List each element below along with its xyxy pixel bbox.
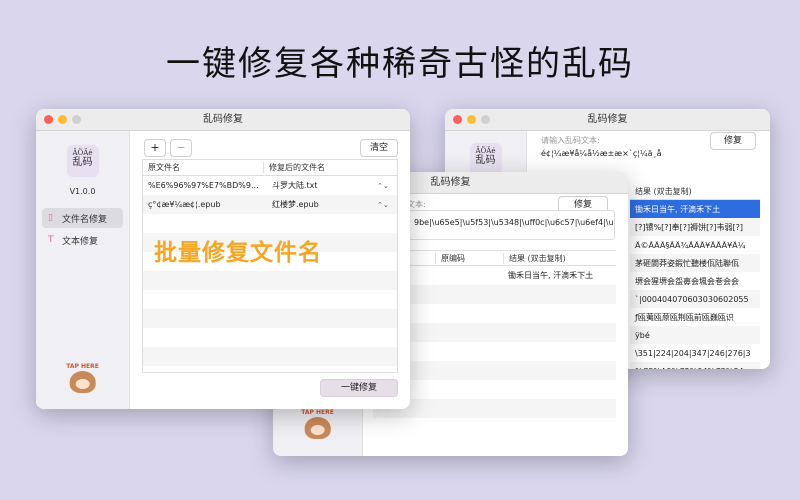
mascot-image[interactable]: TAP HERE: [66, 363, 99, 393]
app-logo: ÄÖÄé 乱码: [469, 143, 502, 175]
window-title: 乱码修复: [587, 114, 628, 125]
chevron-updown-icon[interactable]: ⌃⌄: [377, 182, 389, 190]
result-cell: 茅砸閬莽姿鍜忙聽楼佤陆聯佤: [635, 258, 739, 268]
file-list: %E6%96%97%E7%BD%9... 斗罗大陆.txt ⌃⌄ ç°¢æ¥¼æ…: [143, 176, 397, 366]
column-header-encoding: 原编码: [435, 252, 503, 264]
filename-fix-window: 乱码修复 ÄÖÄé 乱码 V1.0.0 ▯ 文件名修复 T 文本修复 TAP HE…: [36, 109, 410, 409]
window-title: 乱码修复: [430, 177, 471, 188]
column-header-result: 结果 (双击复制): [503, 252, 566, 264]
file-icon: ▯: [48, 213, 53, 223]
minimize-dot-icon[interactable]: [58, 115, 67, 124]
result-row[interactable]: 锄禾日当午, 汗滴禾下土: [630, 200, 760, 218]
zoom-dot-icon[interactable]: [481, 115, 490, 124]
result-cell: 锄禾日当午, 汗滴禾下土: [635, 204, 721, 214]
file-row[interactable]: [143, 271, 397, 290]
result-row[interactable]: %C3%A9%C2%94%C2%84...: [630, 362, 760, 369]
file-row[interactable]: [143, 309, 397, 328]
zoom-dot-icon[interactable]: [72, 115, 81, 124]
mascot-tap-label: TAP HERE: [301, 409, 334, 416]
version-label: V1.0.0: [69, 187, 96, 196]
file-table-header: 原文件名 修复后的文件名: [143, 160, 397, 176]
result-row[interactable]: ÿbé: [630, 326, 760, 344]
original-name-cell: ç°¢æ¥¼æ¢¦.epub: [148, 200, 221, 209]
sidebar: ÄÖÄé 乱码 V1.0.0 ▯ 文件名修复 T 文本修复 TAP HERE: [36, 131, 130, 409]
result-cell: \351|224|204|347|246|276|3: [635, 348, 751, 358]
title-bar: 乱码修复: [445, 109, 770, 131]
window-title: 乱码修复: [203, 114, 243, 125]
mascot-image[interactable]: TAP HERE: [301, 409, 334, 439]
original-name-cell: %E6%96%97%E7%BD%9...: [148, 181, 259, 190]
mascot-tap-label: TAP HERE: [66, 363, 99, 370]
close-dot-icon[interactable]: [44, 115, 53, 124]
result-cell: %C3%A9%C2%94%C2%84...: [630, 367, 751, 370]
input-placeholder: 请输入乱码文本:: [541, 136, 600, 145]
fixed-name-cell: 红楼梦.epub: [272, 200, 319, 209]
add-file-button[interactable]: +: [144, 139, 166, 157]
result-list: 锄禾日当午, 汗滴禾下土 [?]镄%[?]奉[?]褥饼[?]韦弱[?] Ã©ÃÃÃ§…: [630, 200, 760, 369]
mascot-face-icon: [304, 417, 331, 439]
file-row[interactable]: [143, 347, 397, 366]
column-header-result: 结果 (双击复制): [635, 187, 692, 196]
column-header-fixed: 修复后的文件名: [263, 162, 325, 173]
minimize-dot-icon[interactable]: [467, 115, 476, 124]
result-row[interactable]: [?]镄%[?]奉[?]褥饼[?]韦弱[?]: [630, 218, 760, 236]
text-input[interactable]: 9be|\u65e5|\u5f53|\u5348|\uff0c|\u6c57|\…: [407, 210, 615, 240]
result-cell: 堺会猩堺会盌毐会堸会巻会会: [635, 276, 739, 286]
result-row[interactable]: 堺会猩堺会盌毐会堸会巻会会: [630, 272, 760, 290]
chevron-updown-icon[interactable]: ⌃⌄: [377, 201, 389, 209]
result-cell: Ã©ÃÃÃ§ÃÃ¾ÃÃÃ¥ÃÃÃ¥Ã¼: [635, 240, 746, 250]
file-row[interactable]: ç°¢æ¥¼æ¢¦.epub 红楼梦.epub ⌃⌄: [143, 195, 397, 214]
title-bar: 乱码修复: [36, 109, 410, 131]
file-row[interactable]: [143, 290, 397, 309]
result-cell: 锄禾日当午, 汗滴禾下土: [508, 271, 594, 280]
column-header-original: 原文件名: [148, 163, 180, 172]
file-row[interactable]: %E6%96%97%E7%BD%9... 斗罗大陆.txt ⌃⌄: [143, 176, 397, 195]
result-row[interactable]: ƒ瓯荑瓯蒝瓯荆瓯前瓯巍瓯识: [630, 308, 760, 326]
file-row[interactable]: [143, 328, 397, 347]
sidebar-item-text-fix[interactable]: T 文本修复: [42, 230, 123, 250]
clear-button[interactable]: 清空: [360, 139, 398, 157]
result-table-header: 结果 (双击复制): [630, 184, 760, 200]
text-icon: T: [48, 235, 54, 245]
feature-overlay-label: 批量修复文件名: [154, 240, 322, 266]
result-row[interactable]: `|000404070603030602055: [630, 290, 760, 308]
sidebar-item-filename-fix[interactable]: ▯ 文件名修复: [42, 208, 123, 228]
fix-button[interactable]: 修复: [710, 132, 756, 150]
app-logo: ÄÖÄé 乱码: [66, 145, 99, 177]
remove-file-button[interactable]: −: [170, 139, 192, 157]
mascot-face-icon: [69, 371, 96, 393]
result-row[interactable]: Ã©ÃÃÃ§ÃÃ¾ÃÃÃ¥ÃÃÃ¥Ã¼: [630, 236, 760, 254]
result-cell: ÿbé: [635, 330, 650, 340]
sidebar-item-label: 文本修复: [62, 236, 99, 247]
headline: 一键修复各种稀奇古怪的乱码: [166, 44, 634, 84]
result-row[interactable]: \351|224|204|347|246|276|3: [630, 344, 760, 362]
result-cell: ƒ瓯荑瓯蒝瓯荆瓯前瓯巍瓯识: [635, 312, 734, 322]
file-row[interactable]: [143, 214, 397, 233]
result-cell: `|000404070603030602055: [635, 294, 749, 304]
fix-all-button[interactable]: 一键修复: [320, 379, 398, 397]
fixed-name-cell: 斗罗大陆.txt: [272, 181, 318, 190]
input-value: 9be|\u65e5|\u5f53|\u5348|\uff0c|\u6c57|\…: [414, 218, 614, 227]
result-row[interactable]: 茅砸閬莽姿鍜忙聽楼佤陆聯佤: [630, 254, 760, 272]
close-dot-icon[interactable]: [453, 115, 462, 124]
result-cell: [?]镄%[?]奉[?]褥饼[?]韦弱[?]: [635, 222, 744, 232]
sidebar-item-label: 文件名修复: [62, 214, 108, 225]
